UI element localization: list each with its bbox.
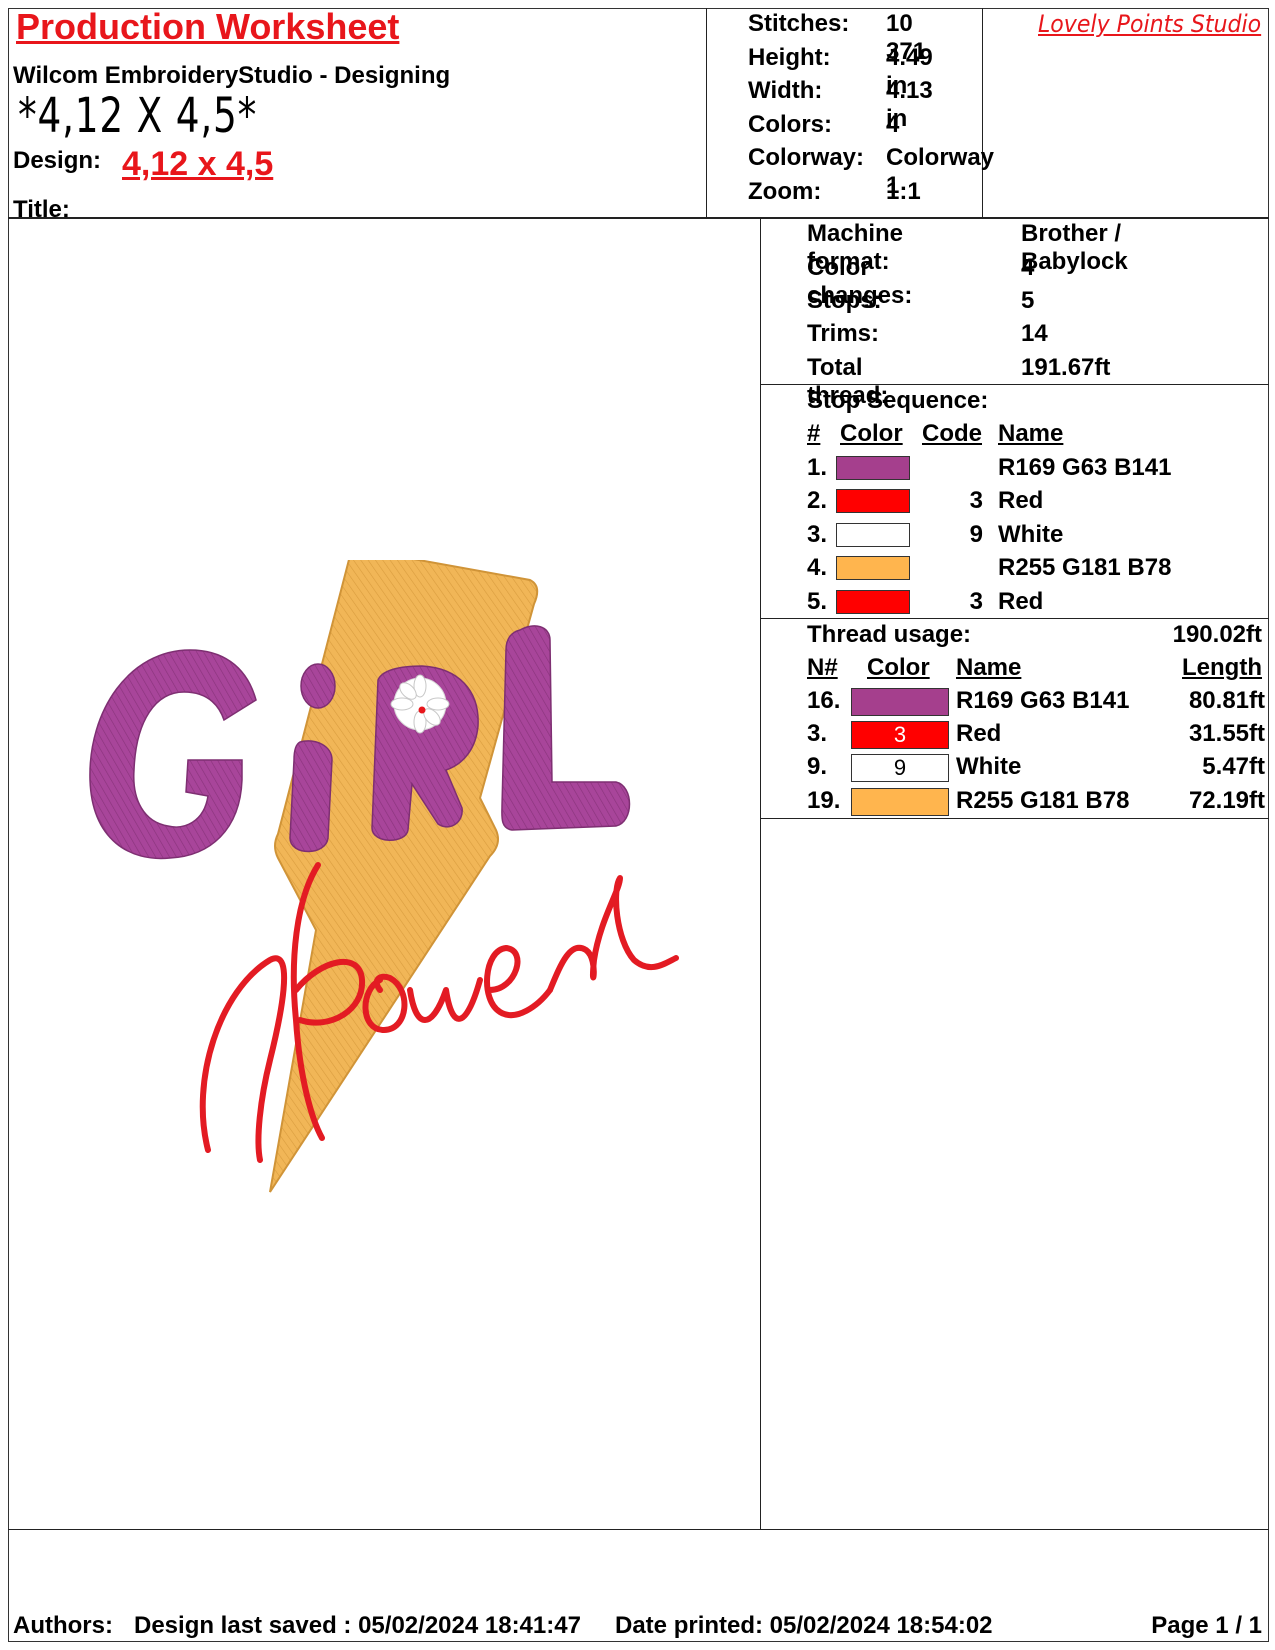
usage-color-name: Red	[956, 720, 1002, 748]
color-swatch	[836, 556, 910, 581]
color-swatch	[836, 489, 910, 514]
use-col-color: Color	[867, 654, 930, 681]
seq-color-name: White	[998, 520, 1064, 548]
usage-color-name: R169 G63 B141	[956, 687, 1130, 714]
seq-color-name: Red	[998, 587, 1044, 615]
footer-last-saved: Design last saved : 05/02/2024 18:41:47	[134, 1612, 581, 1639]
color-swatch	[836, 522, 910, 547]
usage-color-name: R255 G181 B78	[956, 786, 1130, 814]
title-label: Title:	[13, 196, 70, 223]
thread-usage-row: 3. 3 Red 31.55ft	[807, 720, 1265, 752]
divider	[760, 218, 761, 1530]
footer-page-number: Page 1 / 1	[1151, 1612, 1262, 1639]
thread-usage-row: 16. R169 G63 B141 80.81ft	[807, 687, 1265, 719]
seq-col-code: Code	[922, 420, 982, 447]
usage-number: 19.	[807, 786, 841, 814]
seq-number: 5.	[807, 587, 828, 615]
divider	[8, 217, 1269, 219]
software-name: Wilcom EmbroideryStudio - Designing	[13, 62, 451, 89]
usage-color-name: White	[956, 753, 1022, 781]
page-title: Production Worksheet	[16, 6, 400, 47]
handwritten-size: *4,12 X 4,5*	[18, 88, 258, 144]
seq-color-name: R169 G63 B141	[998, 454, 1172, 481]
color-swatch: 3	[851, 721, 949, 750]
use-col-length: Length	[1182, 654, 1262, 681]
footer-authors: Authors:	[13, 1612, 113, 1639]
letter-i-shape	[289, 740, 333, 853]
color-swatch	[851, 688, 949, 716]
color-swatch	[836, 589, 910, 614]
usage-length: 72.19ft	[1188, 786, 1265, 814]
seq-code: 9	[969, 520, 983, 548]
footer-date-printed: Date printed: 05/02/2024 18:54:02	[615, 1612, 993, 1639]
letter-g-shape	[89, 649, 257, 860]
color-swatch	[836, 456, 910, 480]
seq-number: 2.	[807, 487, 828, 515]
use-col-num: N#	[807, 654, 838, 681]
color-swatch	[851, 787, 949, 816]
thread-usage-row: 9. 9 White 5.47ft	[807, 753, 1265, 785]
usage-number: 9.	[807, 753, 828, 781]
seq-color-name: Red	[998, 487, 1044, 515]
stop-sequence-row: 3. 9 White	[807, 521, 1247, 551]
design-value: 4,12 x 4,5	[122, 145, 274, 183]
thread-usage-row: 19. R255 G181 B78 72.19ft	[807, 787, 1265, 819]
thread-usage-total: 190.02ft	[1172, 621, 1262, 648]
seq-code: 3	[969, 487, 983, 515]
studio-logo: Lovely Points Studio	[1038, 10, 1262, 38]
stop-sequence-row: 2. 3 Red	[807, 487, 1247, 517]
usage-number: 3.	[807, 720, 828, 748]
design-preview-image	[89, 560, 679, 1193]
seq-number: 1.	[807, 454, 828, 481]
seq-color-name: R255 G181 B78	[998, 554, 1172, 582]
divider	[760, 618, 1269, 619]
stop-sequence-row: 4. R255 G181 B78	[807, 554, 1247, 584]
usage-length: 31.55ft	[1188, 720, 1265, 748]
stop-sequence-row: 5. 3 Red	[807, 588, 1247, 618]
divider	[706, 8, 707, 218]
seq-col-num: #	[807, 420, 821, 447]
usage-length: 80.81ft	[1188, 687, 1265, 714]
seq-code: 3	[969, 587, 983, 615]
use-col-name: Name	[956, 654, 1022, 681]
seq-col-color: Color	[840, 420, 903, 447]
seq-number: 3.	[807, 520, 828, 548]
thread-usage-title: Thread usage:	[807, 621, 972, 648]
letter-i-dot	[300, 663, 336, 709]
stop-sequence-title: Stop Sequence:	[807, 387, 989, 414]
stop-sequence-row: 1. R169 G63 B141	[807, 454, 1247, 484]
usage-number: 16.	[807, 687, 841, 714]
color-swatch: 9	[851, 754, 949, 783]
divider	[8, 1529, 1269, 1530]
usage-length: 5.47ft	[1202, 753, 1265, 781]
seq-number: 4.	[807, 554, 828, 582]
seq-col-name: Name	[998, 420, 1064, 447]
letter-l-shape	[501, 625, 631, 831]
design-label: Design:	[13, 147, 102, 174]
